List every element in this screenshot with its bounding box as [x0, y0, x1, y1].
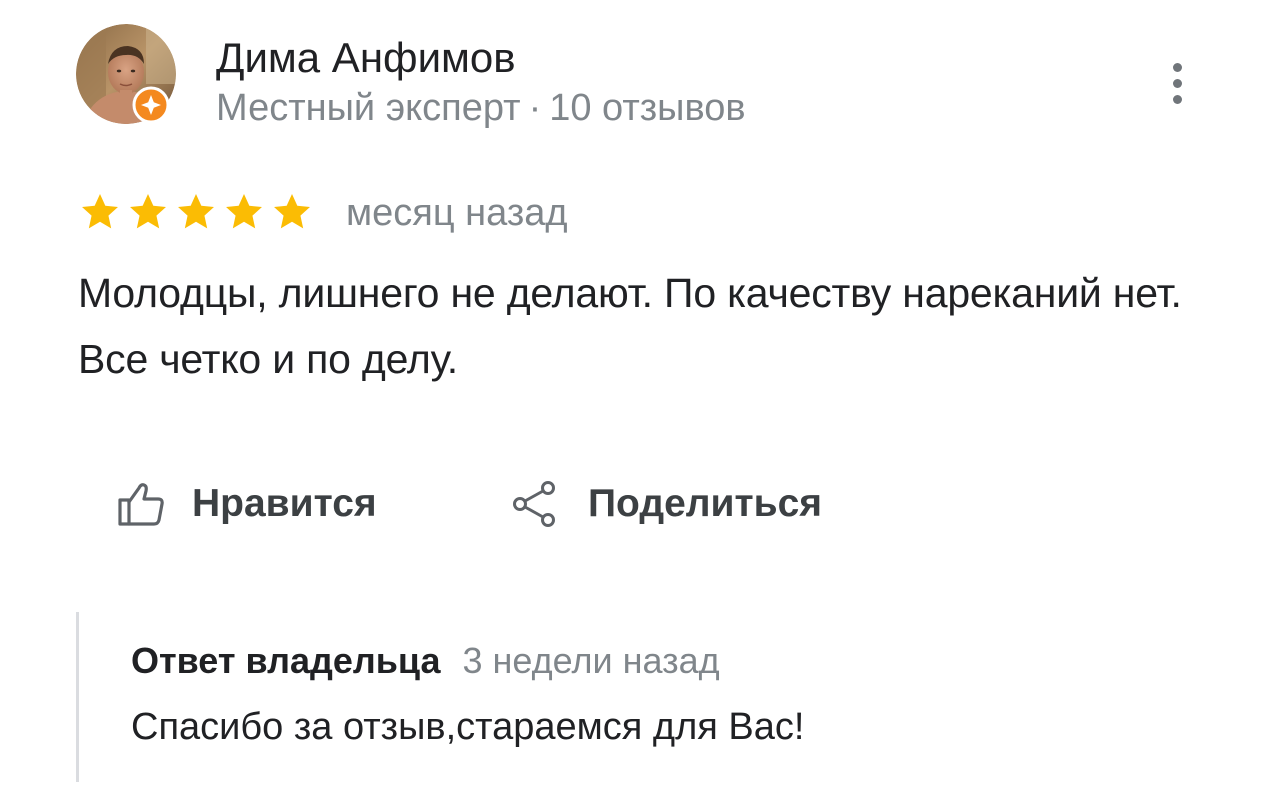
owner-reply-header: Ответ владельца 3 недели назад: [131, 640, 720, 682]
owner-reply-date: 3 недели назад: [462, 640, 720, 681]
star-icon: [130, 194, 166, 229]
owner-reply-label: Ответ владельца: [131, 640, 441, 681]
like-button[interactable]: Нравится: [114, 476, 377, 532]
review-date: месяц назад: [346, 192, 568, 234]
thumb-up-icon: [118, 483, 164, 526]
local-guide-badge-icon: [132, 86, 170, 124]
author-reviews-count: 10 отзывов: [549, 87, 746, 129]
meta-separator: ·: [528, 87, 542, 129]
author-meta[interactable]: Местный эксперт · 10 отзывов: [216, 82, 746, 134]
star-rating: [78, 190, 314, 234]
share-label: Поделиться: [588, 482, 823, 525]
like-label: Нравится: [192, 482, 377, 525]
owner-reply-text: Спасибо за отзыв,стараемся для Вас!: [131, 706, 805, 748]
more-options-button[interactable]: [1155, 55, 1199, 111]
author-role: Местный эксперт: [216, 87, 521, 129]
owner-reply: Ответ владельца 3 недели назад Спасибо за…: [76, 612, 1179, 782]
star-icon: [226, 194, 262, 229]
share-icon: [513, 481, 555, 527]
more-vert-icon-dot: [1172, 78, 1182, 88]
star-icon: [178, 194, 214, 229]
more-vert-icon-dot: [1172, 94, 1182, 104]
more-vert-icon: [1172, 62, 1182, 72]
review-text: Молодцы, лишнего не делают. По качеству …: [78, 270, 1182, 382]
star-icon: [274, 194, 310, 229]
star-icon: [82, 194, 118, 229]
review-card: Дима Анфимов Местный эксперт · 10 отзывов …: [0, 0, 1280, 809]
share-button[interactable]: Поделиться: [508, 476, 822, 532]
author-name[interactable]: Дима Анфимов: [216, 30, 516, 86]
